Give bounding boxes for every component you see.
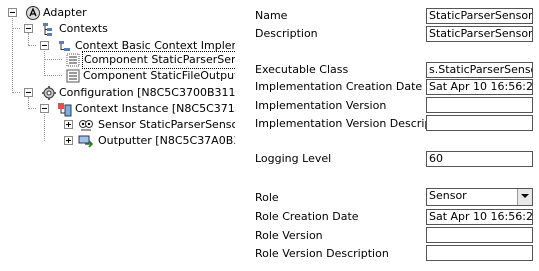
tree-node-component-file[interactable]: Component StaticFileOutputter	[63, 67, 235, 85]
impl-creation-date-field[interactable]: Sat Apr 10 16:56:27	[426, 79, 533, 95]
tree-label-component-file: Component StaticFileOutputter	[83, 69, 235, 82]
adapter-icon	[25, 5, 41, 21]
configuration-icon	[41, 85, 57, 101]
collapse-toggle[interactable]	[8, 8, 17, 17]
role-version-desc-label: Role Version Description	[255, 247, 389, 260]
tree-connector	[12, 28, 20, 29]
role-version-label: Role Version	[255, 229, 323, 242]
description-field[interactable]: StaticParserSensor	[426, 26, 533, 42]
tree-connector	[44, 114, 45, 141]
tree-label-context-instance: Context Instance [N8C5C3710B3111	[75, 102, 235, 115]
name-label: Name	[255, 9, 288, 22]
tree-node-outputter[interactable]: Outputter [N8C5C37A0B3111	[62, 132, 235, 150]
tree-connector	[12, 92, 20, 93]
tree-label-outputter: Outputter [N8C5C37A0B3111	[98, 134, 235, 147]
tree-label-configuration: Configuration [N8C5C3700B3111D8B	[59, 86, 235, 99]
tree-connector	[28, 45, 36, 46]
collapse-toggle[interactable]	[40, 104, 49, 113]
role-creation-date-field[interactable]: Sat Apr 10 16:56:27	[426, 209, 533, 225]
tree-label-component-parser: Component StaticParserSensor	[82, 51, 235, 69]
role-creation-date-label: Role Creation Date	[255, 210, 359, 223]
dropdown-arrow-icon[interactable]	[517, 189, 532, 205]
impl-version-field[interactable]	[426, 97, 533, 113]
impl-version-desc-label: Implementation Version Description	[255, 117, 453, 130]
collapse-toggle[interactable]	[24, 88, 33, 97]
component-icon	[65, 52, 81, 68]
contexts-icon	[41, 21, 57, 37]
tree-connector	[44, 75, 62, 76]
expand-toggle[interactable]	[64, 120, 73, 129]
executable-class-label: Executable Class	[255, 63, 349, 76]
collapse-toggle[interactable]	[40, 41, 49, 50]
tree-label-contexts: Contexts	[59, 22, 108, 35]
tree-label-sensor: Sensor StaticParserSensor	[98, 118, 235, 131]
impl-creation-date-label: Implementation Creation Date	[255, 80, 423, 93]
role-label: Role	[255, 191, 279, 204]
tree-pane: Adapter Contexts Context Basic Context I…	[0, 0, 235, 271]
collapse-toggle[interactable]	[24, 24, 33, 33]
role-version-desc-field[interactable]	[426, 245, 533, 261]
role-select[interactable]: Sensor	[426, 188, 533, 206]
tree-connector	[28, 108, 36, 109]
component-icon	[65, 68, 81, 84]
expand-toggle[interactable]	[64, 136, 73, 145]
tree-node-contexts[interactable]: Contexts	[22, 20, 222, 38]
logging-level-label: Logging Level	[255, 152, 332, 165]
executable-class-field[interactable]: s.StaticParserSensor	[426, 62, 533, 78]
impl-version-label: Implementation Version	[255, 99, 387, 112]
context-instance-icon	[57, 101, 73, 117]
sensor-icon	[78, 117, 94, 133]
role-version-field[interactable]	[426, 227, 533, 243]
outputter-icon	[78, 133, 94, 149]
tree-connector	[44, 59, 62, 60]
pane-divider[interactable]	[235, 0, 236, 271]
impl-version-desc-field[interactable]	[426, 115, 533, 131]
logging-level-field[interactable]: 60	[426, 151, 533, 167]
tree-label-adapter: Adapter	[43, 6, 87, 19]
name-field[interactable]: StaticParserSensor	[426, 8, 533, 24]
description-label: Description	[255, 27, 318, 40]
tree-connector	[12, 15, 13, 93]
role-select-value: Sensor	[429, 189, 467, 202]
